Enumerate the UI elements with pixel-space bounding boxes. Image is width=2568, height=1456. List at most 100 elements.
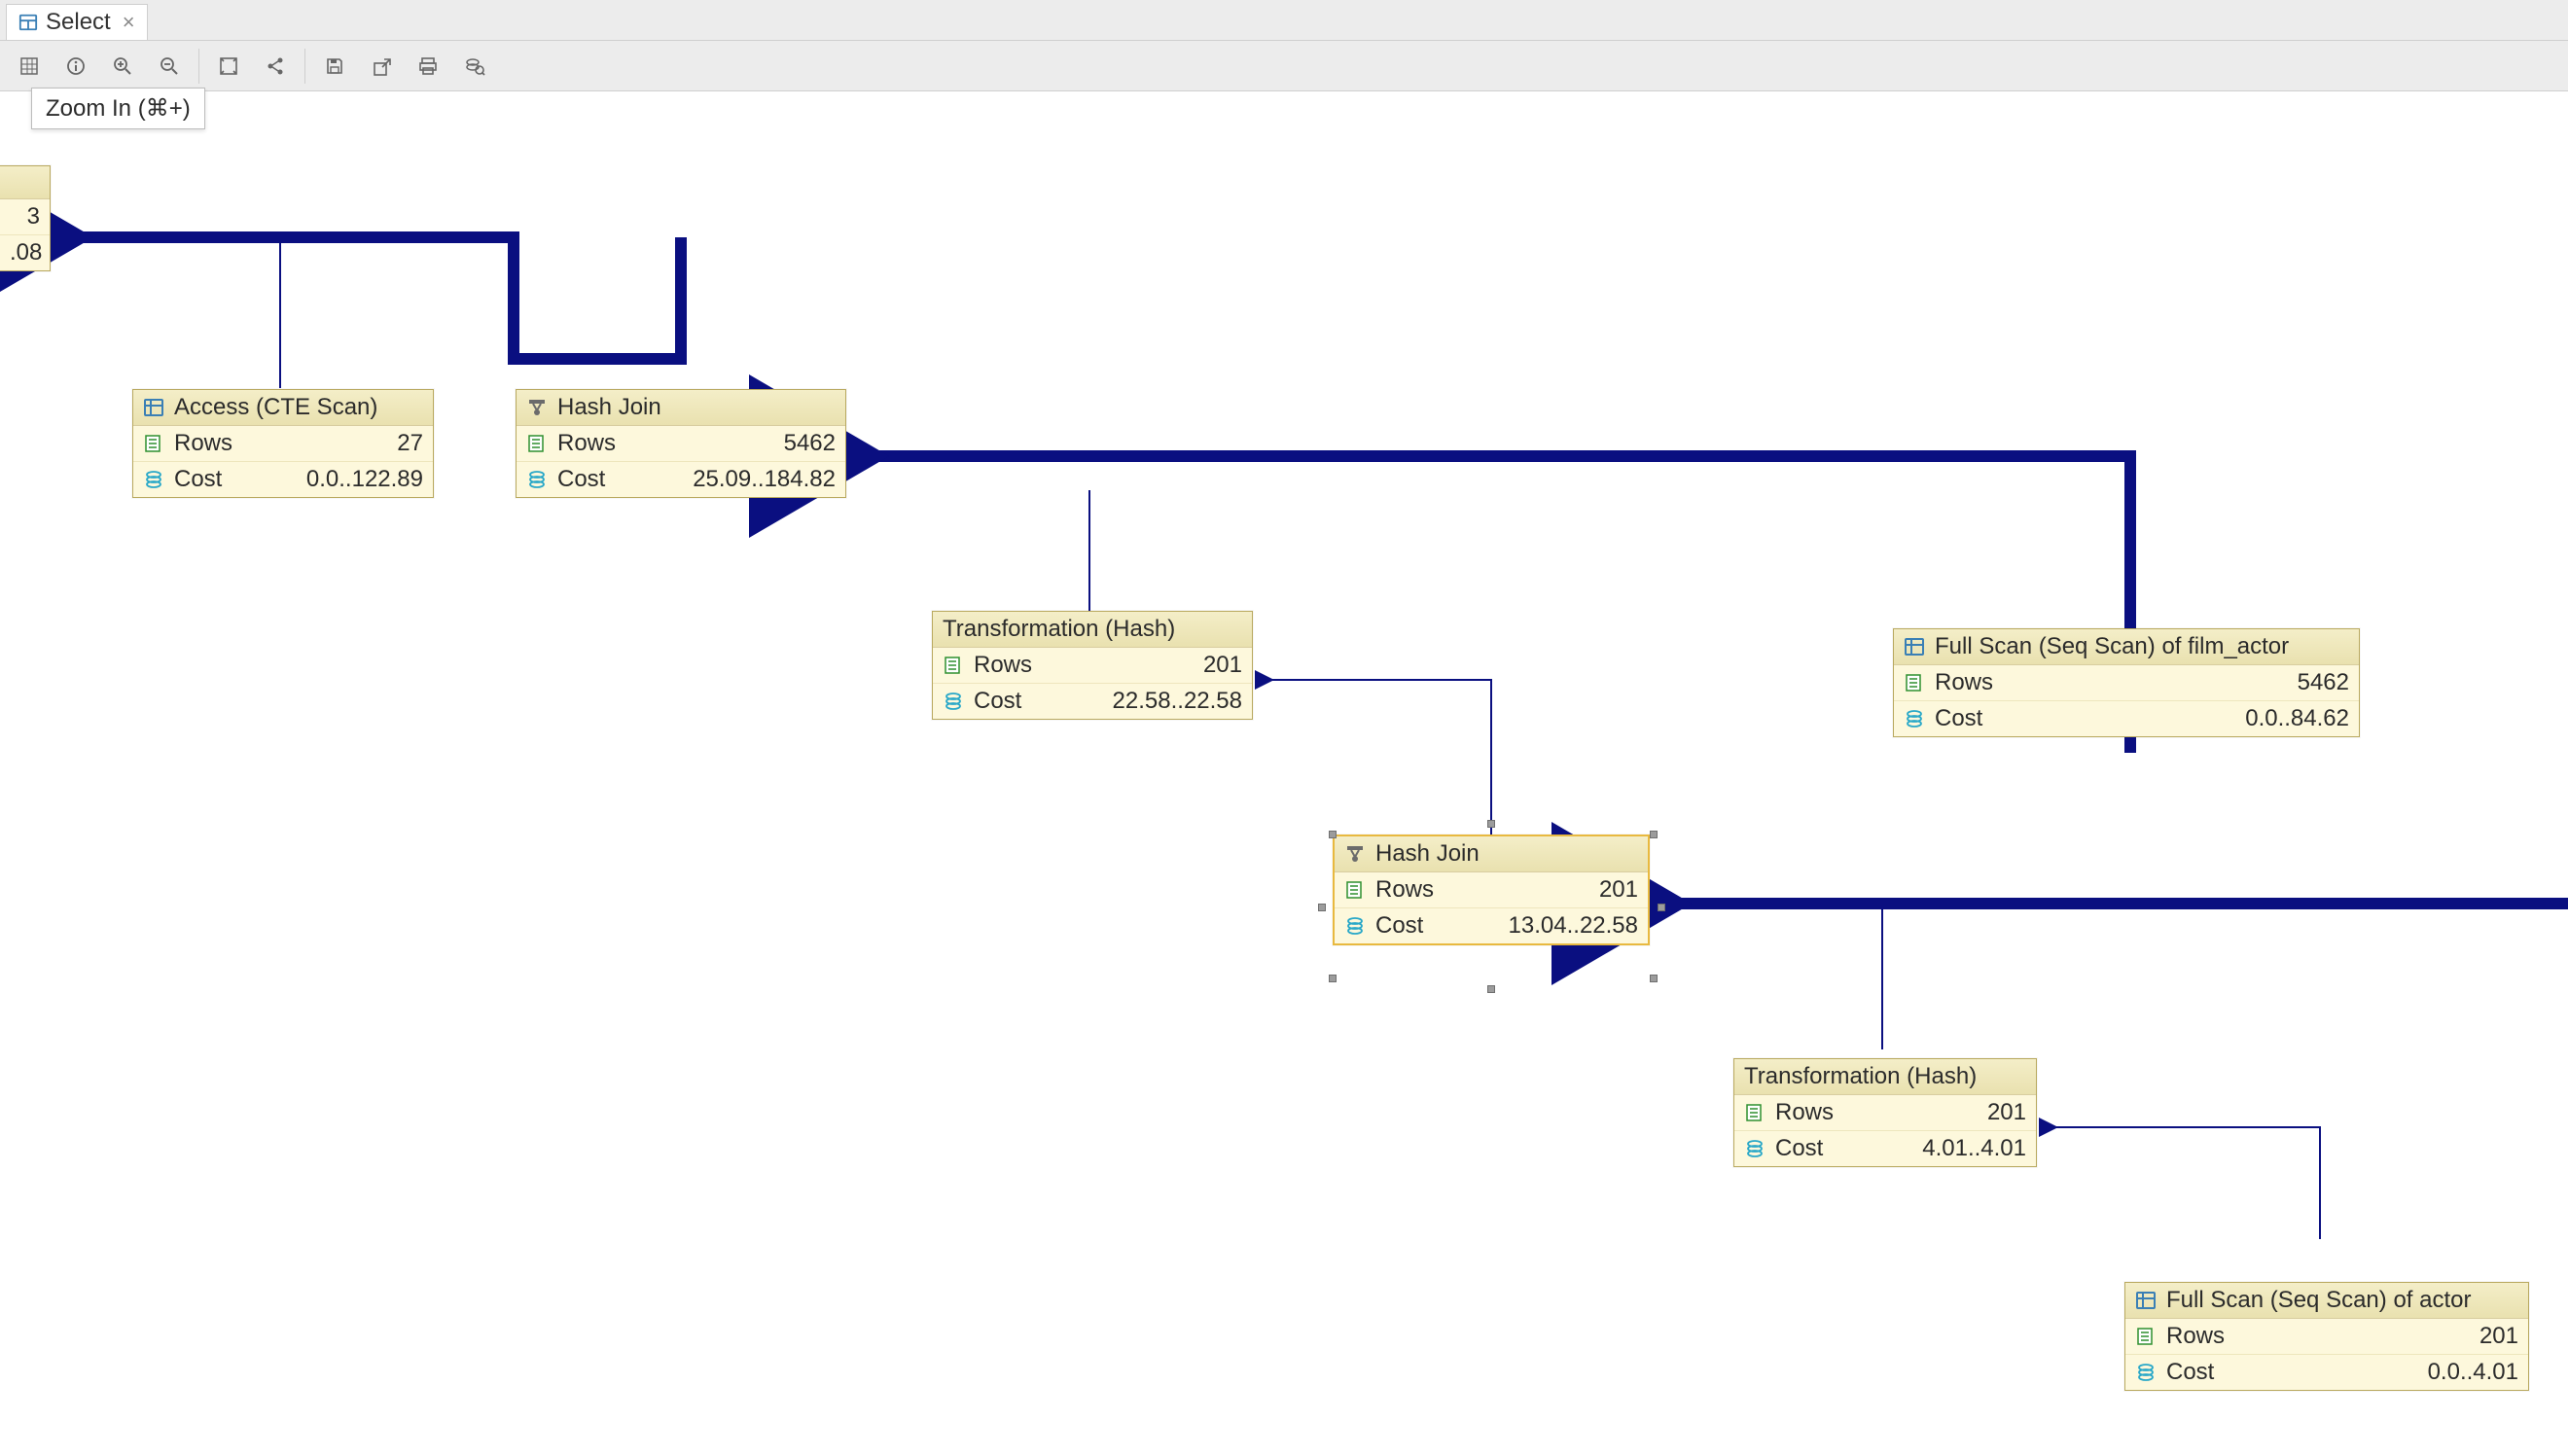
cost-icon xyxy=(943,691,964,712)
node-cost-value: .08 xyxy=(10,239,40,266)
rows-icon xyxy=(1904,672,1925,693)
fit-to-screen-button[interactable] xyxy=(207,47,250,86)
zoom-in-icon xyxy=(112,55,133,77)
node-rows-label: Rows xyxy=(974,652,1032,679)
node-rows-value: 5462 xyxy=(784,430,836,457)
print-button[interactable] xyxy=(407,47,449,86)
node-rows-value: 201 xyxy=(1599,876,1638,904)
fit-to-screen-icon xyxy=(218,55,239,77)
node-cost-label: Cost xyxy=(1375,912,1423,940)
cost-icon xyxy=(526,469,548,490)
tab-bar: Select × xyxy=(0,0,2568,41)
zoom-out-icon xyxy=(159,55,180,77)
node-rows-label: Rows xyxy=(2166,1323,2225,1350)
selection-handle[interactable] xyxy=(1487,820,1495,828)
save-button[interactable] xyxy=(313,47,356,86)
selection-handle[interactable] xyxy=(1329,975,1337,982)
edges-layer xyxy=(0,91,2568,1456)
cost-icon xyxy=(143,469,164,490)
inspect-icon xyxy=(464,55,485,77)
node-rows-label: Rows xyxy=(557,430,616,457)
tab-label: Select xyxy=(46,9,111,36)
tab-close-icon[interactable]: × xyxy=(123,10,135,35)
selection-handle[interactable] xyxy=(1650,975,1658,982)
node-title: Hash Join xyxy=(1375,840,1480,868)
node-rows-value: 201 xyxy=(1987,1099,2026,1126)
node-rows-label: Rows xyxy=(1935,669,1993,696)
rows-icon xyxy=(526,433,548,454)
share-button[interactable] xyxy=(254,47,297,86)
plan-icon xyxy=(18,13,38,32)
zoom-in-button[interactable] xyxy=(101,47,144,86)
node-access-cte[interactable]: Access (CTE Scan) Rows 27 Cost 0.0..122.… xyxy=(132,389,434,498)
rows-icon xyxy=(1344,879,1366,901)
node-rows-value: 27 xyxy=(397,430,423,457)
node-title: Full Scan (Seq Scan) of actor xyxy=(2166,1287,2471,1314)
node-cost-label: Cost xyxy=(2166,1359,2214,1386)
node-title: Access (CTE Scan) xyxy=(174,394,377,421)
node-title: Transformation (Hash) xyxy=(1744,1063,1977,1090)
toolbar-separator xyxy=(198,49,199,84)
join-icon xyxy=(526,397,548,418)
join-icon xyxy=(1344,843,1366,865)
node-cost-label: Cost xyxy=(1775,1135,1823,1162)
toolbar-separator xyxy=(304,49,305,84)
node-result-partial[interactable]: 3 .08 xyxy=(0,165,51,271)
grid-toggle-button[interactable] xyxy=(8,47,51,86)
selection-handle[interactable] xyxy=(1650,831,1658,838)
rows-icon xyxy=(143,433,164,454)
rows-icon xyxy=(2135,1326,2157,1347)
node-cost-label: Cost xyxy=(174,466,222,493)
table-icon xyxy=(2135,1290,2157,1311)
node-hash-join-1[interactable]: Hash Join Rows 5462 Cost 25.09..184.82 xyxy=(516,389,846,498)
node-cost-label: Cost xyxy=(974,688,1021,715)
tab-select[interactable]: Select × xyxy=(6,4,148,40)
plan-canvas[interactable]: 3 .08 Access (CTE Scan) Rows 27 Cost 0.0… xyxy=(0,91,2568,1456)
node-rows-label: Rows xyxy=(1775,1099,1834,1126)
node-hash-join-2[interactable]: Hash Join Rows 201 Cost 13.04..22.58 xyxy=(1333,835,1650,945)
node-cost-value: 13.04..22.58 xyxy=(1509,912,1638,940)
selection-handle[interactable] xyxy=(1329,831,1337,838)
grid-icon xyxy=(18,55,40,77)
node-rows-label: Rows xyxy=(174,430,232,457)
node-rows-value: 201 xyxy=(1203,652,1242,679)
node-cost-label: Cost xyxy=(1935,705,1982,732)
node-cost-value: 25.09..184.82 xyxy=(693,466,836,493)
export-icon xyxy=(371,55,392,77)
info-button[interactable] xyxy=(54,47,97,86)
selection-handle[interactable] xyxy=(1658,904,1665,911)
cost-icon xyxy=(1904,708,1925,729)
node-cost-value: 0.0..84.62 xyxy=(2245,705,2349,732)
cost-icon xyxy=(1344,915,1366,937)
zoom-out-button[interactable] xyxy=(148,47,191,86)
node-cost-value: 0.0..4.01 xyxy=(2428,1359,2518,1386)
rows-icon xyxy=(1744,1102,1766,1123)
print-icon xyxy=(417,55,439,77)
node-cost-value: 22.58..22.58 xyxy=(1113,688,1242,715)
node-rows-value: 5462 xyxy=(2298,669,2349,696)
share-icon xyxy=(265,55,286,77)
selection-handle[interactable] xyxy=(1318,904,1326,911)
node-title: Transformation (Hash) xyxy=(943,616,1175,643)
node-cost-value: 0.0..122.89 xyxy=(306,466,423,493)
node-title: Full Scan (Seq Scan) of film_actor xyxy=(1935,633,2289,660)
cost-icon xyxy=(1744,1138,1766,1159)
node-rows-value: 201 xyxy=(2479,1323,2518,1350)
node-rows-label: Rows xyxy=(1375,876,1434,904)
export-button[interactable] xyxy=(360,47,403,86)
save-icon xyxy=(324,55,345,77)
node-transform-hash-2[interactable]: Transformation (Hash) Rows 201 Cost 4.01… xyxy=(1733,1058,2037,1167)
node-title: Hash Join xyxy=(557,394,661,421)
inspect-button[interactable] xyxy=(453,47,496,86)
node-transform-hash-1[interactable]: Transformation (Hash) Rows 201 Cost 22.5… xyxy=(932,611,1253,720)
node-full-scan-actor[interactable]: Full Scan (Seq Scan) of actor Rows 201 C… xyxy=(2124,1282,2529,1391)
toolbar: Zoom In (⌘+) xyxy=(0,41,2568,91)
table-icon xyxy=(1904,636,1925,657)
table-icon xyxy=(143,397,164,418)
selection-handle[interactable] xyxy=(1487,985,1495,993)
node-rows-value: 3 xyxy=(10,203,40,231)
node-cost-label: Cost xyxy=(557,466,605,493)
node-full-scan-film-actor[interactable]: Full Scan (Seq Scan) of film_actor Rows … xyxy=(1893,628,2360,737)
cost-icon xyxy=(2135,1362,2157,1383)
info-icon xyxy=(65,55,87,77)
